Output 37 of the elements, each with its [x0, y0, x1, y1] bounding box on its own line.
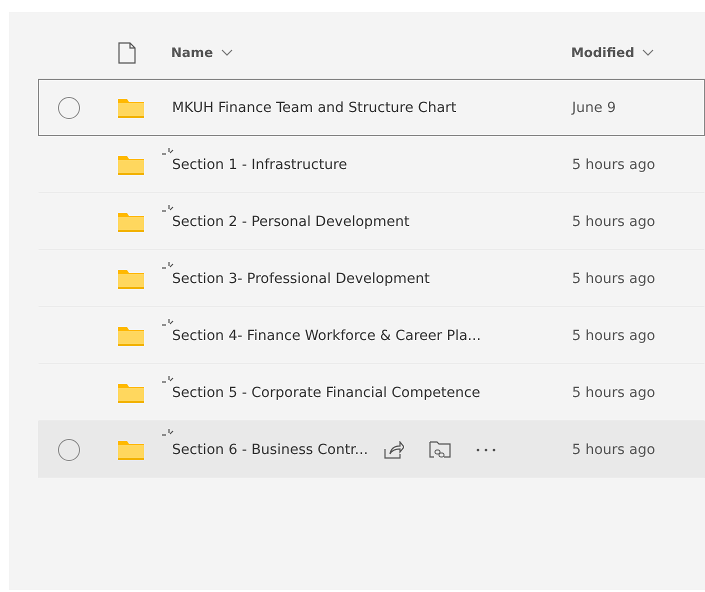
chevron-down-icon [221, 49, 234, 57]
file-name[interactable]: MKUH Finance Team and Structure Chart [172, 100, 456, 116]
modified-date: 5 hours ago [572, 156, 656, 172]
select-checkbox[interactable] [58, 438, 80, 460]
share-icon [384, 440, 404, 458]
modified-date: 5 hours ago [572, 384, 656, 400]
file-row[interactable]: Section 6 - Business Contr... 5 hours ago [38, 421, 705, 478]
file-name[interactable]: Section 1 - Infrastructure [172, 156, 348, 172]
file-name[interactable]: Section 6 - Business Contr... [172, 442, 368, 458]
file-type-icon [118, 42, 136, 64]
folder-icon [118, 326, 144, 346]
file-name[interactable]: Section 4- Finance Workforce & Career Pla... [172, 328, 481, 344]
chevron-down-icon [642, 49, 654, 57]
modified-date: 5 hours ago [572, 270, 656, 286]
file-row[interactable]: Section 2 - Personal Development 5 hours ago [38, 193, 705, 250]
modified-date: 5 hours ago [572, 328, 656, 344]
file-row[interactable]: Section 1 - Infrastructure 5 hours ago [38, 136, 705, 193]
modified-column-header[interactable]: Modified [571, 46, 705, 60]
modified-date: June 9 [572, 100, 617, 116]
folder-icon [118, 440, 144, 460]
file-name[interactable]: Section 2 - Personal Development [172, 214, 410, 230]
modified-date: 5 hours ago [572, 442, 656, 458]
file-row[interactable]: Section 4- Finance Workforce & Career Pla... 5 hours ago [38, 307, 705, 364]
file-name[interactable]: Section 3- Professional Development [172, 270, 430, 286]
folder-icon [118, 212, 144, 232]
file-row[interactable]: Section 3- Professional Development 5 hours ago [38, 250, 705, 307]
folder-icon [118, 268, 144, 288]
more-icon [476, 448, 496, 452]
select-checkbox[interactable] [58, 96, 80, 118]
folder-icon [118, 382, 144, 402]
name-column-header[interactable]: Name [171, 46, 571, 60]
file-name[interactable]: Section 5 - Corporate Financial Competence [172, 384, 480, 400]
file-row[interactable]: MKUH Finance Team and Structure Chart June 9 [38, 79, 705, 136]
folder-link-icon [429, 440, 452, 460]
folder-icon [118, 98, 144, 118]
folder-icon [118, 154, 144, 174]
modified-date: 5 hours ago [572, 214, 656, 230]
